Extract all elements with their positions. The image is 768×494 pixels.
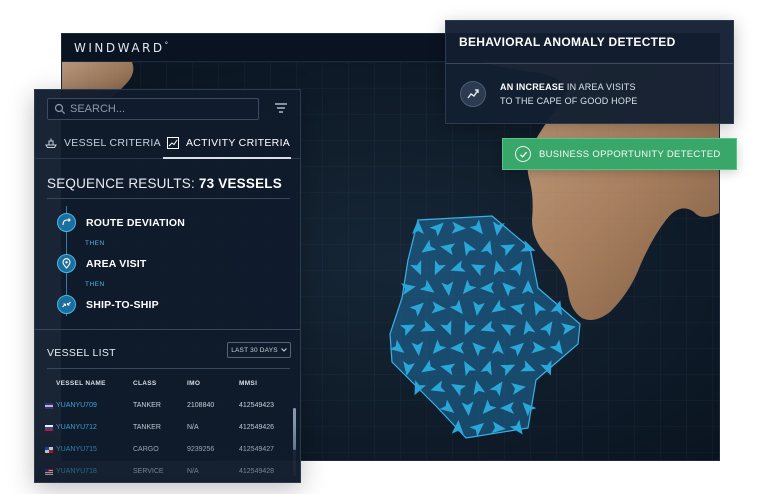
tab-label: VESSEL CRITERIA (64, 137, 161, 149)
column-header-vessel-name[interactable]: VESSEL NAME (56, 380, 106, 387)
then-connector: THEN (85, 281, 105, 288)
flag-icon (45, 469, 53, 475)
vessel-mmsi: 412549428 (239, 468, 275, 475)
section-divider (35, 329, 300, 330)
anomaly-title: BEHAVIORAL ANOMALY DETECTED (459, 35, 676, 49)
table-row[interactable]: YUANYU715 CARGO 9239256 412549427 (35, 440, 290, 462)
business-opportunity-badge[interactable]: BUSINESS OPPORTUNITY DETECTED (502, 138, 737, 170)
column-header-mmsi[interactable]: MMSI (239, 380, 257, 387)
vessel-name-link[interactable]: YUANYU712 (56, 424, 97, 431)
column-header-imo[interactable]: IMO (187, 380, 200, 387)
criteria-panel: VESSEL CRITERIA ACTIVITY CRITERIA SEQUEN… (34, 89, 301, 483)
filter-icon[interactable] (273, 100, 289, 116)
map-pin-icon (57, 254, 76, 273)
route-deviation-icon (57, 213, 76, 232)
vessel-imo: 2108840 (187, 402, 215, 409)
vessel-mmsi: 412549423 (239, 402, 275, 409)
vessel-name-link[interactable]: YUANYU718 (56, 468, 97, 475)
table-row[interactable]: YUANYU718 SERVICE N/A 412549428 (35, 462, 290, 482)
vessel-class: TANKER (133, 424, 161, 431)
sequence-step-route-deviation[interactable]: ROUTE DEVIATION (57, 213, 185, 232)
sequence-results-title: SEQUENCE RESULTS: 73 VESSELS (47, 176, 282, 191)
vessel-mmsi: 412549426 (239, 424, 275, 431)
active-tab-indicator (163, 157, 291, 159)
chevron-down-icon (280, 348, 287, 352)
brand-logo: WINDWARD° (74, 41, 171, 55)
flag-icon (45, 403, 53, 409)
step-label: SHIP-TO-SHIP (86, 298, 159, 311)
vessel-name-link[interactable]: YUANYU709 (56, 402, 97, 409)
flag-icon (45, 447, 53, 453)
search-input[interactable] (70, 100, 250, 118)
vessel-class: SERVICE (133, 468, 164, 475)
vessel-class: CARGO (133, 446, 159, 453)
trend-icon (460, 81, 486, 107)
vessel-imo: N/A (187, 468, 199, 475)
vessel-name-link[interactable]: YUANYU715 (56, 446, 97, 453)
sequence-step-ship-to-ship[interactable]: SHIP-TO-SHIP (57, 295, 159, 314)
list-divider (47, 368, 290, 369)
vessel-imo: 9239256 (187, 446, 215, 453)
results-divider (47, 198, 290, 199)
vessel-imo: N/A (187, 424, 199, 431)
column-header-class[interactable]: CLASS (133, 380, 157, 387)
vessel-mmsi: 412549427 (239, 446, 275, 453)
check-circle-icon (515, 146, 531, 162)
scrollbar-thumb[interactable] (293, 408, 296, 450)
anomaly-description: AN INCREASE IN AREA VISITS TO THE CAPE O… (500, 82, 638, 106)
flag-icon (45, 425, 53, 431)
activity-chart-icon (167, 137, 179, 149)
then-connector: THEN (85, 240, 105, 247)
step-label: ROUTE DEVIATION (86, 216, 186, 229)
anomaly-divider (446, 63, 733, 64)
vessel-list-title: VESSEL LIST (47, 347, 116, 359)
ship-icon (45, 138, 57, 148)
tab-vessel-criteria[interactable]: VESSEL CRITERIA (45, 127, 161, 159)
step-label: AREA VISIT (86, 257, 147, 270)
search-icon (54, 103, 66, 115)
table-row[interactable]: YUANYU709 TANKER 2108840 412549423 (35, 396, 290, 418)
search-box[interactable] (47, 98, 259, 120)
table-row[interactable]: YUANYU712 TANKER N/A 412549426 (35, 418, 290, 440)
anomaly-card[interactable]: BEHAVIORAL ANOMALY DETECTED AN INCREASE … (445, 20, 734, 124)
sequence-step-area-visit[interactable]: AREA VISIT (57, 254, 147, 273)
opportunity-label: BUSINESS OPPORTUNITY DETECTED (539, 148, 721, 160)
ship-to-ship-icon (57, 295, 76, 314)
criteria-tabs: VESSEL CRITERIA ACTIVITY CRITERIA (35, 127, 300, 159)
vessel-class: TANKER (133, 402, 161, 409)
period-value: LAST 30 DAYS (231, 346, 278, 354)
tab-activity-criteria[interactable]: ACTIVITY CRITERIA (167, 127, 290, 159)
tab-label: ACTIVITY CRITERIA (186, 137, 291, 149)
period-dropdown[interactable]: LAST 30 DAYS (227, 342, 291, 358)
